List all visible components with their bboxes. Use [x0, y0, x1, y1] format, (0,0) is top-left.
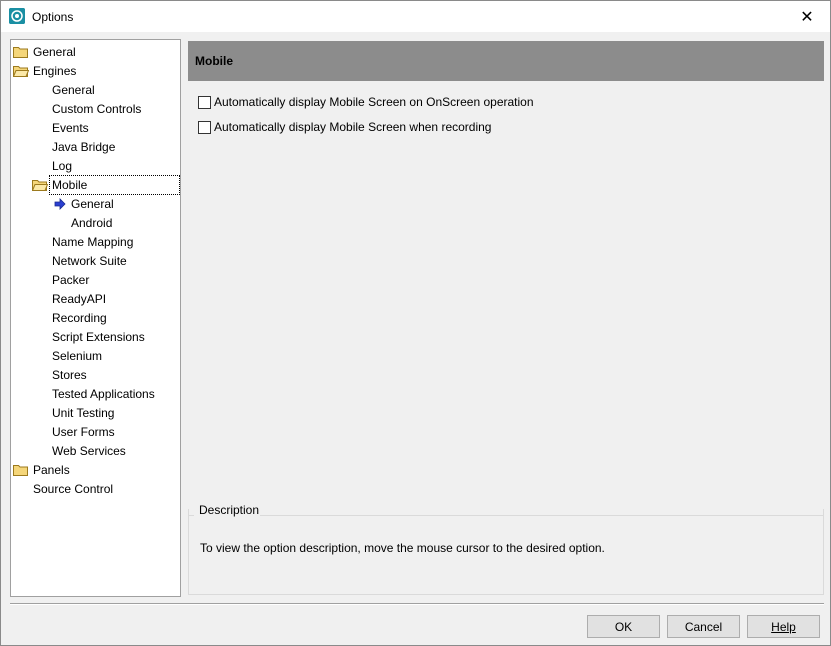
folder-icon	[13, 47, 28, 58]
tree-item-selenium[interactable]: Selenium	[50, 347, 104, 365]
panel-header: Mobile	[188, 41, 824, 81]
tree-item-panels[interactable]: Panels	[31, 461, 72, 479]
separator	[10, 603, 824, 605]
tree-item-unit-testing[interactable]: Unit Testing	[50, 404, 116, 422]
option-label: Automatically display Mobile Screen when…	[214, 120, 492, 134]
tree-item-network-suite[interactable]: Network Suite	[50, 252, 129, 270]
options-window: Options ✕ General Engines General Custom Co…	[0, 0, 831, 646]
title-bar: Options ✕	[1, 1, 830, 32]
tree-item-java-bridge[interactable]: Java Bridge	[50, 138, 117, 156]
tree-item-user-forms[interactable]: User Forms	[50, 423, 117, 441]
tree-item-web-services[interactable]: Web Services	[50, 442, 128, 460]
cancel-button[interactable]: Cancel	[667, 615, 740, 638]
tree-item-general[interactable]: General	[31, 43, 78, 61]
tree-item-tested-applications[interactable]: Tested Applications	[50, 385, 157, 403]
description-legend: Description	[198, 503, 261, 517]
help-button-label: Help	[771, 619, 796, 634]
close-icon[interactable]: ✕	[784, 1, 830, 32]
current-arrow-icon	[54, 198, 66, 210]
tree-item-source-control[interactable]: Source Control	[31, 480, 115, 498]
tree-item-log[interactable]: Log	[50, 157, 74, 175]
tree-item-script-extensions[interactable]: Script Extensions	[50, 328, 147, 346]
tree-item-engines[interactable]: Engines	[31, 62, 78, 80]
options-tree[interactable]: General Engines General Custom Controls Even…	[10, 39, 181, 597]
ok-button[interactable]: OK	[587, 615, 660, 638]
tree-item-mobile[interactable]: Mobile	[49, 175, 180, 195]
window-title: Options	[32, 10, 74, 24]
description-text: To view the option description, move the…	[200, 541, 605, 555]
tree-item-general[interactable]: General	[50, 81, 97, 99]
cancel-button-label: Cancel	[684, 619, 723, 634]
description-border	[188, 515, 194, 516]
help-button[interactable]: Help	[747, 615, 820, 638]
folder-open-icon	[32, 180, 48, 191]
panel-title: Mobile	[195, 54, 233, 68]
tree-item-name-mapping[interactable]: Name Mapping	[50, 233, 135, 251]
tree-item-readyapi[interactable]: ReadyAPI	[50, 290, 108, 308]
tree-item-android[interactable]: Android	[69, 214, 114, 232]
tree-item-stores[interactable]: Stores	[50, 366, 89, 384]
tree-item-packer[interactable]: Packer	[50, 271, 91, 289]
tree-item-custom-controls[interactable]: Custom Controls	[50, 100, 143, 118]
folder-icon	[13, 465, 28, 476]
tree-item-general[interactable]: General	[69, 195, 116, 213]
tree-item-events[interactable]: Events	[50, 119, 91, 137]
option-display-on-onscreen[interactable]: Automatically display Mobile Screen on O…	[198, 94, 534, 110]
checkbox-display-when-recording[interactable]	[198, 120, 211, 134]
option-label: Automatically display Mobile Screen on O…	[214, 95, 534, 109]
folder-open-icon	[13, 66, 29, 77]
options-app-icon	[9, 8, 25, 24]
checkbox-display-on-onscreen[interactable]	[198, 95, 211, 109]
option-display-when-recording[interactable]: Automatically display Mobile Screen when…	[198, 119, 491, 135]
ok-button-label: OK	[614, 619, 633, 634]
tree-item-recording[interactable]: Recording	[50, 309, 109, 327]
description-border	[256, 515, 824, 516]
